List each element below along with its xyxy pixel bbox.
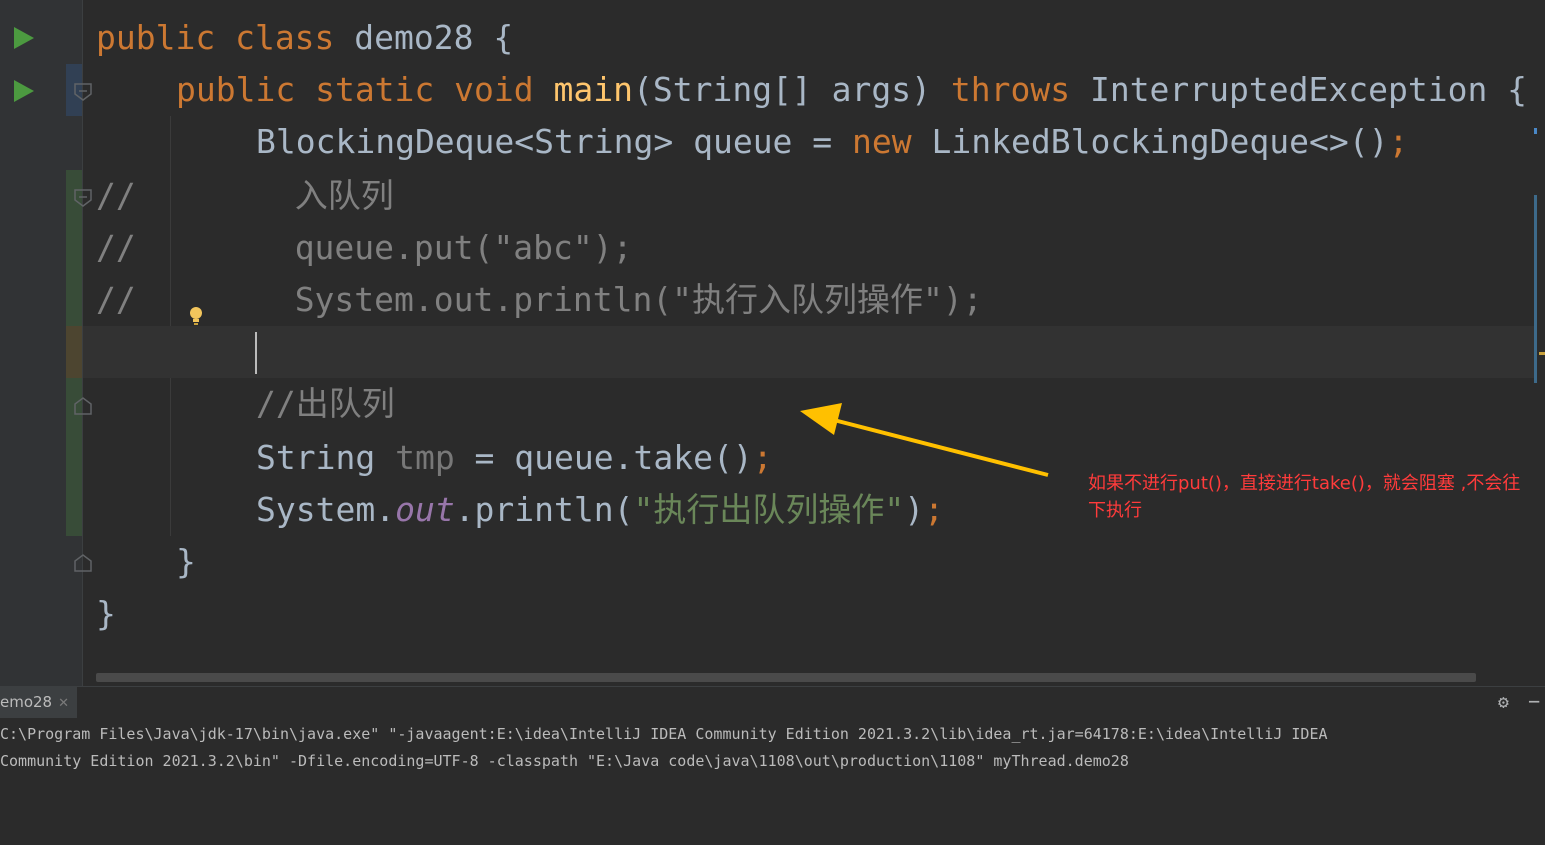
code-line[interactable]: public class demo28 { (96, 12, 513, 64)
code-line[interactable]: // System.out.println("执行入队列操作"); (96, 274, 983, 326)
code-token: ) (904, 490, 925, 529)
run-class-icon[interactable] (14, 27, 34, 49)
code-token: .println( (454, 490, 634, 529)
code-line[interactable]: } (96, 588, 116, 640)
code-token: static (315, 70, 455, 109)
annotation-text: 如果不进行put()，直接进行take()，就会阻塞 ,不会往下执行 (1088, 473, 1521, 521)
code-token: demo28 { (354, 18, 514, 57)
code-token: main (553, 70, 633, 109)
code-token: //出队列 (256, 384, 395, 423)
code-token: public (176, 70, 316, 109)
code-line[interactable]: } (176, 536, 196, 588)
code-token: } (96, 594, 116, 633)
code-token: // (96, 176, 136, 215)
scrollbar-marker (1539, 352, 1545, 355)
changed-marker (66, 326, 82, 378)
code-token: tmp (395, 438, 455, 477)
code-token: // (96, 228, 136, 267)
run-tab-label: emo28 (0, 693, 53, 711)
code-token: System. (256, 490, 396, 529)
code-token: = queue.take() (454, 438, 753, 477)
minimize-icon[interactable]: − (1528, 689, 1540, 713)
code-line[interactable]: // queue.put("abc"); (96, 222, 632, 274)
code-token: new (852, 122, 932, 161)
code-line[interactable]: System.out.println("执行出队列操作"); (256, 484, 944, 536)
code-token: class (235, 18, 355, 57)
current-line-highlight (83, 326, 1535, 378)
code-line[interactable]: public static void main(String[] args) t… (176, 64, 1527, 116)
code-token: // (96, 280, 136, 319)
scrollbar-marker (1534, 195, 1537, 383)
console-line: C:\Program Files\Java\jdk-17\bin\java.ex… (0, 725, 1328, 743)
fold-end-icon[interactable] (73, 553, 93, 573)
code-token: InterruptedException { (1089, 70, 1528, 109)
console-line: Community Edition 2021.3.2\bin" -Dfile.e… (0, 752, 1129, 770)
code-line[interactable]: BlockingDeque<String> queue = new Linked… (256, 116, 1408, 168)
fold-end-icon[interactable] (73, 396, 93, 416)
code-token: ; (1388, 122, 1409, 161)
code-token: throws (950, 70, 1090, 109)
code-line[interactable]: String tmp = queue.take(); (256, 432, 773, 484)
code-line[interactable]: //出队列 (256, 378, 395, 430)
code-editor[interactable]: public class demo28 {public static void … (0, 0, 1545, 686)
code-token: out (395, 490, 455, 529)
code-token: BlockingDeque<String> queue = (256, 122, 853, 161)
code-token: queue.put("abc"); (135, 228, 633, 267)
text-caret (255, 332, 257, 374)
code-line[interactable]: // 入队列 (96, 170, 394, 222)
code-token: ; (924, 490, 944, 529)
code-token: "执行出队列操作" (633, 490, 905, 529)
annotation-arrow (800, 403, 1049, 477)
code-token: String (256, 438, 396, 477)
horizontal-scrollbar[interactable] (96, 673, 1476, 682)
code-token: ; (752, 438, 773, 477)
run-tab[interactable]: emo28 ✕ (0, 687, 78, 718)
code-token: } (176, 542, 196, 581)
code-token: (String[] args) (632, 70, 951, 109)
scrollbar-marker (1534, 128, 1537, 134)
code-token: 入队列 (135, 176, 394, 215)
code-token: void (454, 70, 554, 109)
run-main-icon[interactable] (14, 80, 34, 102)
run-panel: emo28 ✕ ⚙ − C:\Program Files\Java\jdk-17\… (0, 686, 1545, 845)
code-token: LinkedBlockingDeque<>() (931, 122, 1389, 161)
code-token: public (96, 18, 236, 57)
close-icon[interactable]: ✕ (58, 696, 69, 711)
fold-icon[interactable] (73, 188, 93, 208)
gear-icon[interactable]: ⚙ (1498, 692, 1509, 713)
fold-icon[interactable] (73, 82, 93, 102)
code-token: System.out.println("执行入队列操作"); (135, 280, 983, 319)
